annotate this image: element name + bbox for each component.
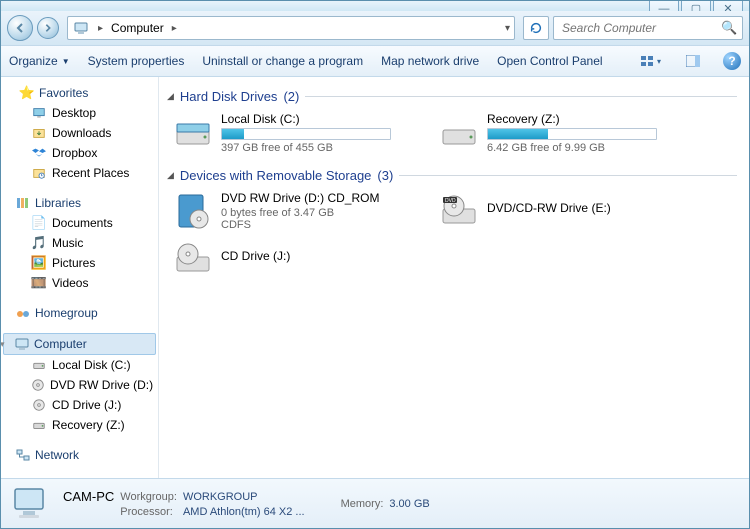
sidebar-item-downloads[interactable]: Downloads (1, 123, 158, 143)
forward-button[interactable] (37, 17, 59, 39)
sidebar-group-homegroup: Homegroup (1, 303, 158, 323)
space-bar (487, 128, 657, 140)
sidebar-item-cd-j[interactable]: CD Drive (J:) (1, 395, 158, 415)
search-icon: 🔍 (721, 20, 737, 36)
refresh-button[interactable] (523, 16, 549, 40)
music-icon: 🎵 (31, 235, 47, 251)
main-content: ◢ Hard Disk Drives (2) Local Disk (C:) 3… (159, 77, 749, 478)
computer-icon (70, 17, 92, 39)
sidebar-label: Libraries (35, 196, 81, 210)
sidebar-head-network[interactable]: Network (1, 445, 158, 465)
sidebar-item-desktop[interactable]: Desktop (1, 103, 158, 123)
collapse-icon: ◢ (167, 91, 174, 102)
uninstall-program-button[interactable]: Uninstall or change a program (202, 54, 363, 68)
search-input[interactable] (560, 20, 721, 36)
help-button[interactable]: ? (723, 52, 741, 70)
breadcrumb[interactable]: ▸ Computer ▸ ▾ (67, 16, 515, 40)
refresh-icon (529, 21, 543, 35)
chevron-right-icon: ▸ (168, 23, 181, 34)
view-icon (641, 55, 655, 67)
sidebar-group-libraries: Libraries 📄Documents 🎵Music 🖼️Pictures 🎞… (1, 193, 158, 293)
hdd-icon (173, 112, 213, 152)
sidebar-item-pictures[interactable]: 🖼️Pictures (1, 253, 158, 273)
drive-local-c[interactable]: Local Disk (C:) 397 GB free of 455 GB (173, 112, 433, 154)
cd-drive-icon (173, 239, 213, 279)
open-control-panel-button[interactable]: Open Control Panel (497, 54, 602, 68)
desktop-icon (31, 105, 47, 121)
network-icon (15, 447, 31, 463)
document-icon: 📄 (31, 215, 47, 231)
sidebar-item-recovery-z[interactable]: Recovery (Z:) (1, 415, 158, 435)
videos-icon: 🎞️ (31, 275, 47, 291)
breadcrumb-segment[interactable]: Computer (107, 21, 168, 35)
drive-dvd-rw-d[interactable]: DVD RW Drive (D:) CD_ROM 0 bytes free of… (173, 191, 433, 231)
category-removable-storage[interactable]: ◢ Devices with Removable Storage (3) (167, 168, 749, 183)
preview-pane-button[interactable] (681, 50, 705, 72)
sidebar-item-videos[interactable]: 🎞️Videos (1, 273, 158, 293)
sidebar-head-libraries[interactable]: Libraries (1, 193, 158, 213)
nav-bar: ▸ Computer ▸ ▾ 🔍 (1, 11, 749, 45)
sidebar-group-favorites: ⭐ Favorites Desktop Downloads Dropbox Re… (1, 83, 158, 183)
hdd-icon (31, 357, 47, 373)
sidebar-head-computer[interactable]: ▾ Computer (3, 333, 156, 355)
dvd-drive-icon: DVD (439, 191, 479, 231)
sidebar-item-dvd-rw-d[interactable]: DVD RW Drive (D:) (1, 375, 158, 395)
sidebar-label: Network (35, 448, 79, 462)
sidebar-head-favorites[interactable]: ⭐ Favorites (1, 83, 158, 103)
computer-icon (11, 483, 53, 525)
view-options-button[interactable] (639, 50, 663, 72)
sidebar-item-local-disk-c[interactable]: Local Disk (C:) (1, 355, 158, 375)
explorer-window: — ▢ ✕ ▸ Computer ▸ ▾ 🔍 Organize ▼ (0, 0, 750, 529)
sidebar: ⭐ Favorites Desktop Downloads Dropbox Re… (1, 77, 159, 478)
library-icon (15, 195, 31, 211)
collapse-icon: ▾ (1, 339, 10, 350)
sidebar-item-documents[interactable]: 📄Documents (1, 213, 158, 233)
category-hard-disk-drives[interactable]: ◢ Hard Disk Drives (2) (167, 89, 749, 104)
drive-cd-j[interactable]: CD Drive (J:) (173, 239, 433, 279)
back-button[interactable] (7, 15, 33, 41)
drive-grid-hdd: Local Disk (C:) 397 GB free of 455 GB Re… (173, 112, 749, 154)
sidebar-group-computer: ▾ Computer Local Disk (C:) DVD RW Drive … (1, 333, 158, 435)
svg-text:DVD: DVD (445, 198, 456, 204)
hdd-icon (31, 417, 47, 433)
downloads-icon (31, 125, 47, 141)
sidebar-group-network: Network (1, 445, 158, 465)
recent-icon (31, 165, 47, 181)
sidebar-item-recent[interactable]: Recent Places (1, 163, 158, 183)
panel-icon (686, 55, 700, 67)
sidebar-label: Favorites (39, 86, 88, 100)
space-bar (221, 128, 391, 140)
map-network-drive-button[interactable]: Map network drive (381, 54, 479, 68)
dropbox-icon (31, 145, 47, 161)
hdd-icon (439, 112, 479, 152)
system-properties-button[interactable]: System properties (88, 54, 185, 68)
computer-name: CAM-PC (63, 489, 114, 504)
chevron-down-icon[interactable]: ▾ (505, 23, 510, 34)
details-pane: CAM-PC Workgroup: WORKGROUP Processor: A… (1, 478, 749, 528)
sidebar-label: Computer (34, 337, 87, 351)
homegroup-icon (15, 305, 31, 321)
pictures-icon: 🖼️ (31, 255, 47, 271)
dvd-icon (31, 377, 45, 393)
drive-recovery-z[interactable]: Recovery (Z:) 6.42 GB free of 9.99 GB (439, 112, 699, 154)
sidebar-item-music[interactable]: 🎵Music (1, 233, 158, 253)
sidebar-label: Homegroup (35, 306, 98, 320)
cd-icon (31, 397, 47, 413)
sidebar-head-homegroup[interactable]: Homegroup (1, 303, 158, 323)
drive-grid-removable: DVD RW Drive (D:) CD_ROM 0 bytes free of… (173, 191, 749, 279)
drive-dvd-cd-rw-e[interactable]: DVD DVD/CD-RW Drive (E:) (439, 191, 699, 231)
sidebar-item-dropbox[interactable]: Dropbox (1, 143, 158, 163)
arrow-right-icon (43, 23, 53, 33)
arrow-left-icon (14, 22, 26, 34)
organize-button[interactable]: Organize ▼ (9, 54, 70, 68)
search-box[interactable]: 🔍 (553, 16, 743, 40)
titlebar: — ▢ ✕ (1, 1, 749, 11)
collapse-icon: ◢ (167, 170, 174, 181)
star-icon: ⭐ (19, 85, 35, 101)
chevron-right-icon: ▸ (94, 23, 107, 34)
body: ⭐ Favorites Desktop Downloads Dropbox Re… (1, 77, 749, 478)
computer-icon (14, 336, 30, 352)
toolbar: Organize ▼ System properties Uninstall o… (1, 45, 749, 77)
dvd-box-icon (173, 191, 213, 231)
